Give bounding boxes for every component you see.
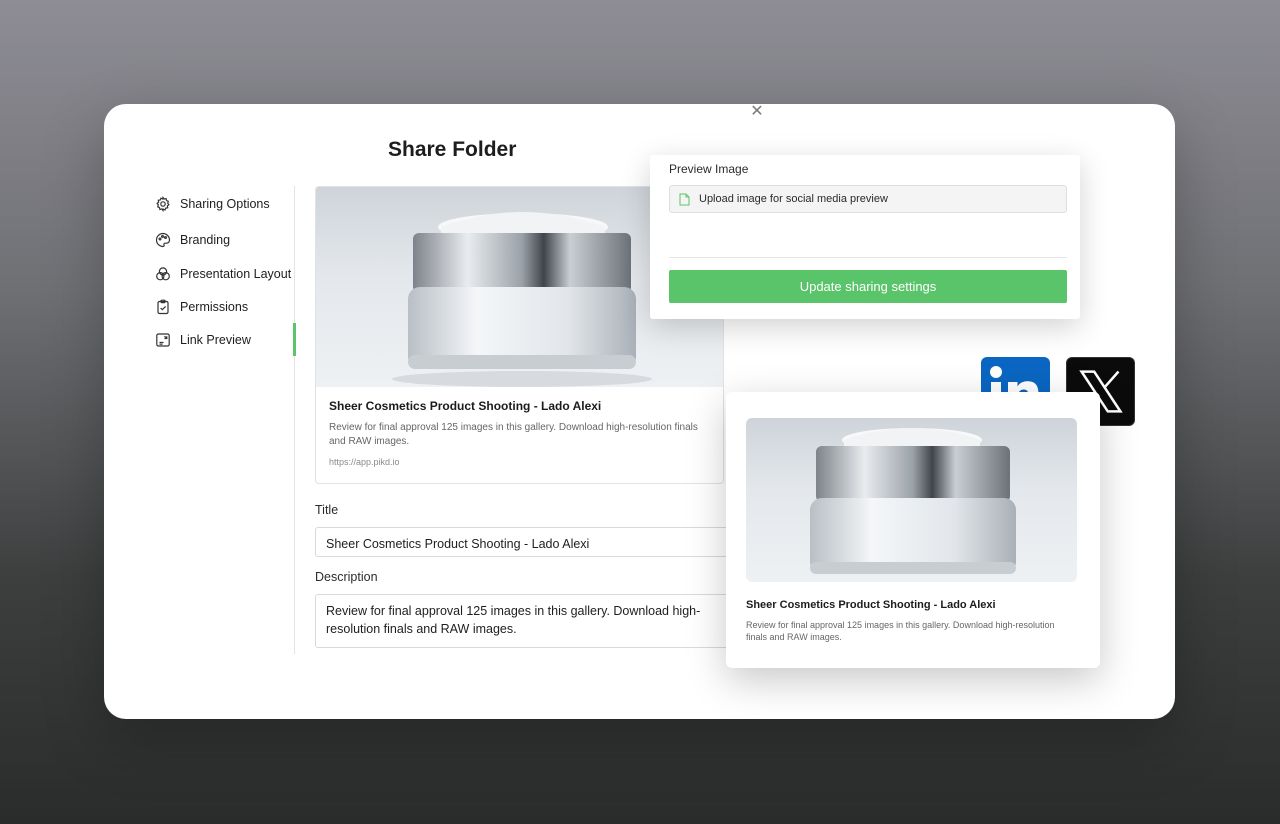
dialog-title: Share Folder	[388, 138, 517, 161]
sidebar-item-branding[interactable]: Branding	[155, 232, 230, 248]
divider	[669, 257, 1067, 258]
social-card-description: Review for final approval 125 images in …	[746, 620, 1055, 643]
close-icon[interactable]: ✕	[748, 102, 766, 120]
sidebar-item-label: Sharing Options	[180, 197, 270, 211]
social-card-title: Sheer Cosmetics Product Shooting - Lado …	[746, 599, 996, 611]
title-input[interactable]: Sheer Cosmetics Product Shooting - Lado …	[315, 527, 735, 557]
sidebar-item-label: Presentation Layout	[180, 267, 292, 281]
sidebar-item-label: Link Preview	[180, 333, 251, 347]
upload-image-text: Upload image for social media preview	[699, 193, 888, 205]
product-jar-image	[746, 418, 1077, 582]
preview-card-title: Sheer Cosmetics Product Shooting - Lado …	[329, 399, 602, 413]
sidebar-item-label: Permissions	[180, 300, 249, 314]
layout-circles-icon	[156, 267, 170, 281]
preview-image-label: Preview Image	[669, 162, 749, 176]
preview-card-description: Review for final approval 125 images in …	[329, 422, 698, 447]
clipboard-check-icon	[157, 299, 169, 315]
sidebar-item-sharing-options[interactable]: Sharing Options	[155, 196, 270, 212]
sidebar-item-label: Branding	[180, 233, 231, 247]
gear-icon	[156, 196, 170, 212]
sidebar-divider	[294, 186, 295, 654]
link-preview-icon	[156, 333, 170, 347]
title-label: Title	[315, 503, 339, 517]
upload-image-field[interactable]: Upload image for social media preview	[669, 185, 1067, 213]
preview-image-panel: Preview Image Upload image for social me…	[650, 155, 1080, 319]
preview-card-url: https://app.pikd.io	[329, 457, 400, 467]
sidebar-item-permissions[interactable]: Permissions	[155, 299, 248, 315]
social-preview-card: Sheer Cosmetics Product Shooting - Lado …	[726, 392, 1100, 668]
sidebar-active-indicator	[293, 323, 296, 356]
file-icon	[679, 193, 690, 205]
description-textarea[interactable]: Review for final approval 125 images in …	[315, 594, 735, 648]
update-sharing-settings-button[interactable]: Update sharing settings	[669, 270, 1067, 303]
description-label: Description	[315, 570, 378, 584]
palette-icon	[155, 232, 171, 248]
sidebar-item-link-preview[interactable]: Link Preview	[155, 332, 251, 348]
sidebar-item-presentation-layout[interactable]: Presentation Layout	[155, 266, 291, 282]
